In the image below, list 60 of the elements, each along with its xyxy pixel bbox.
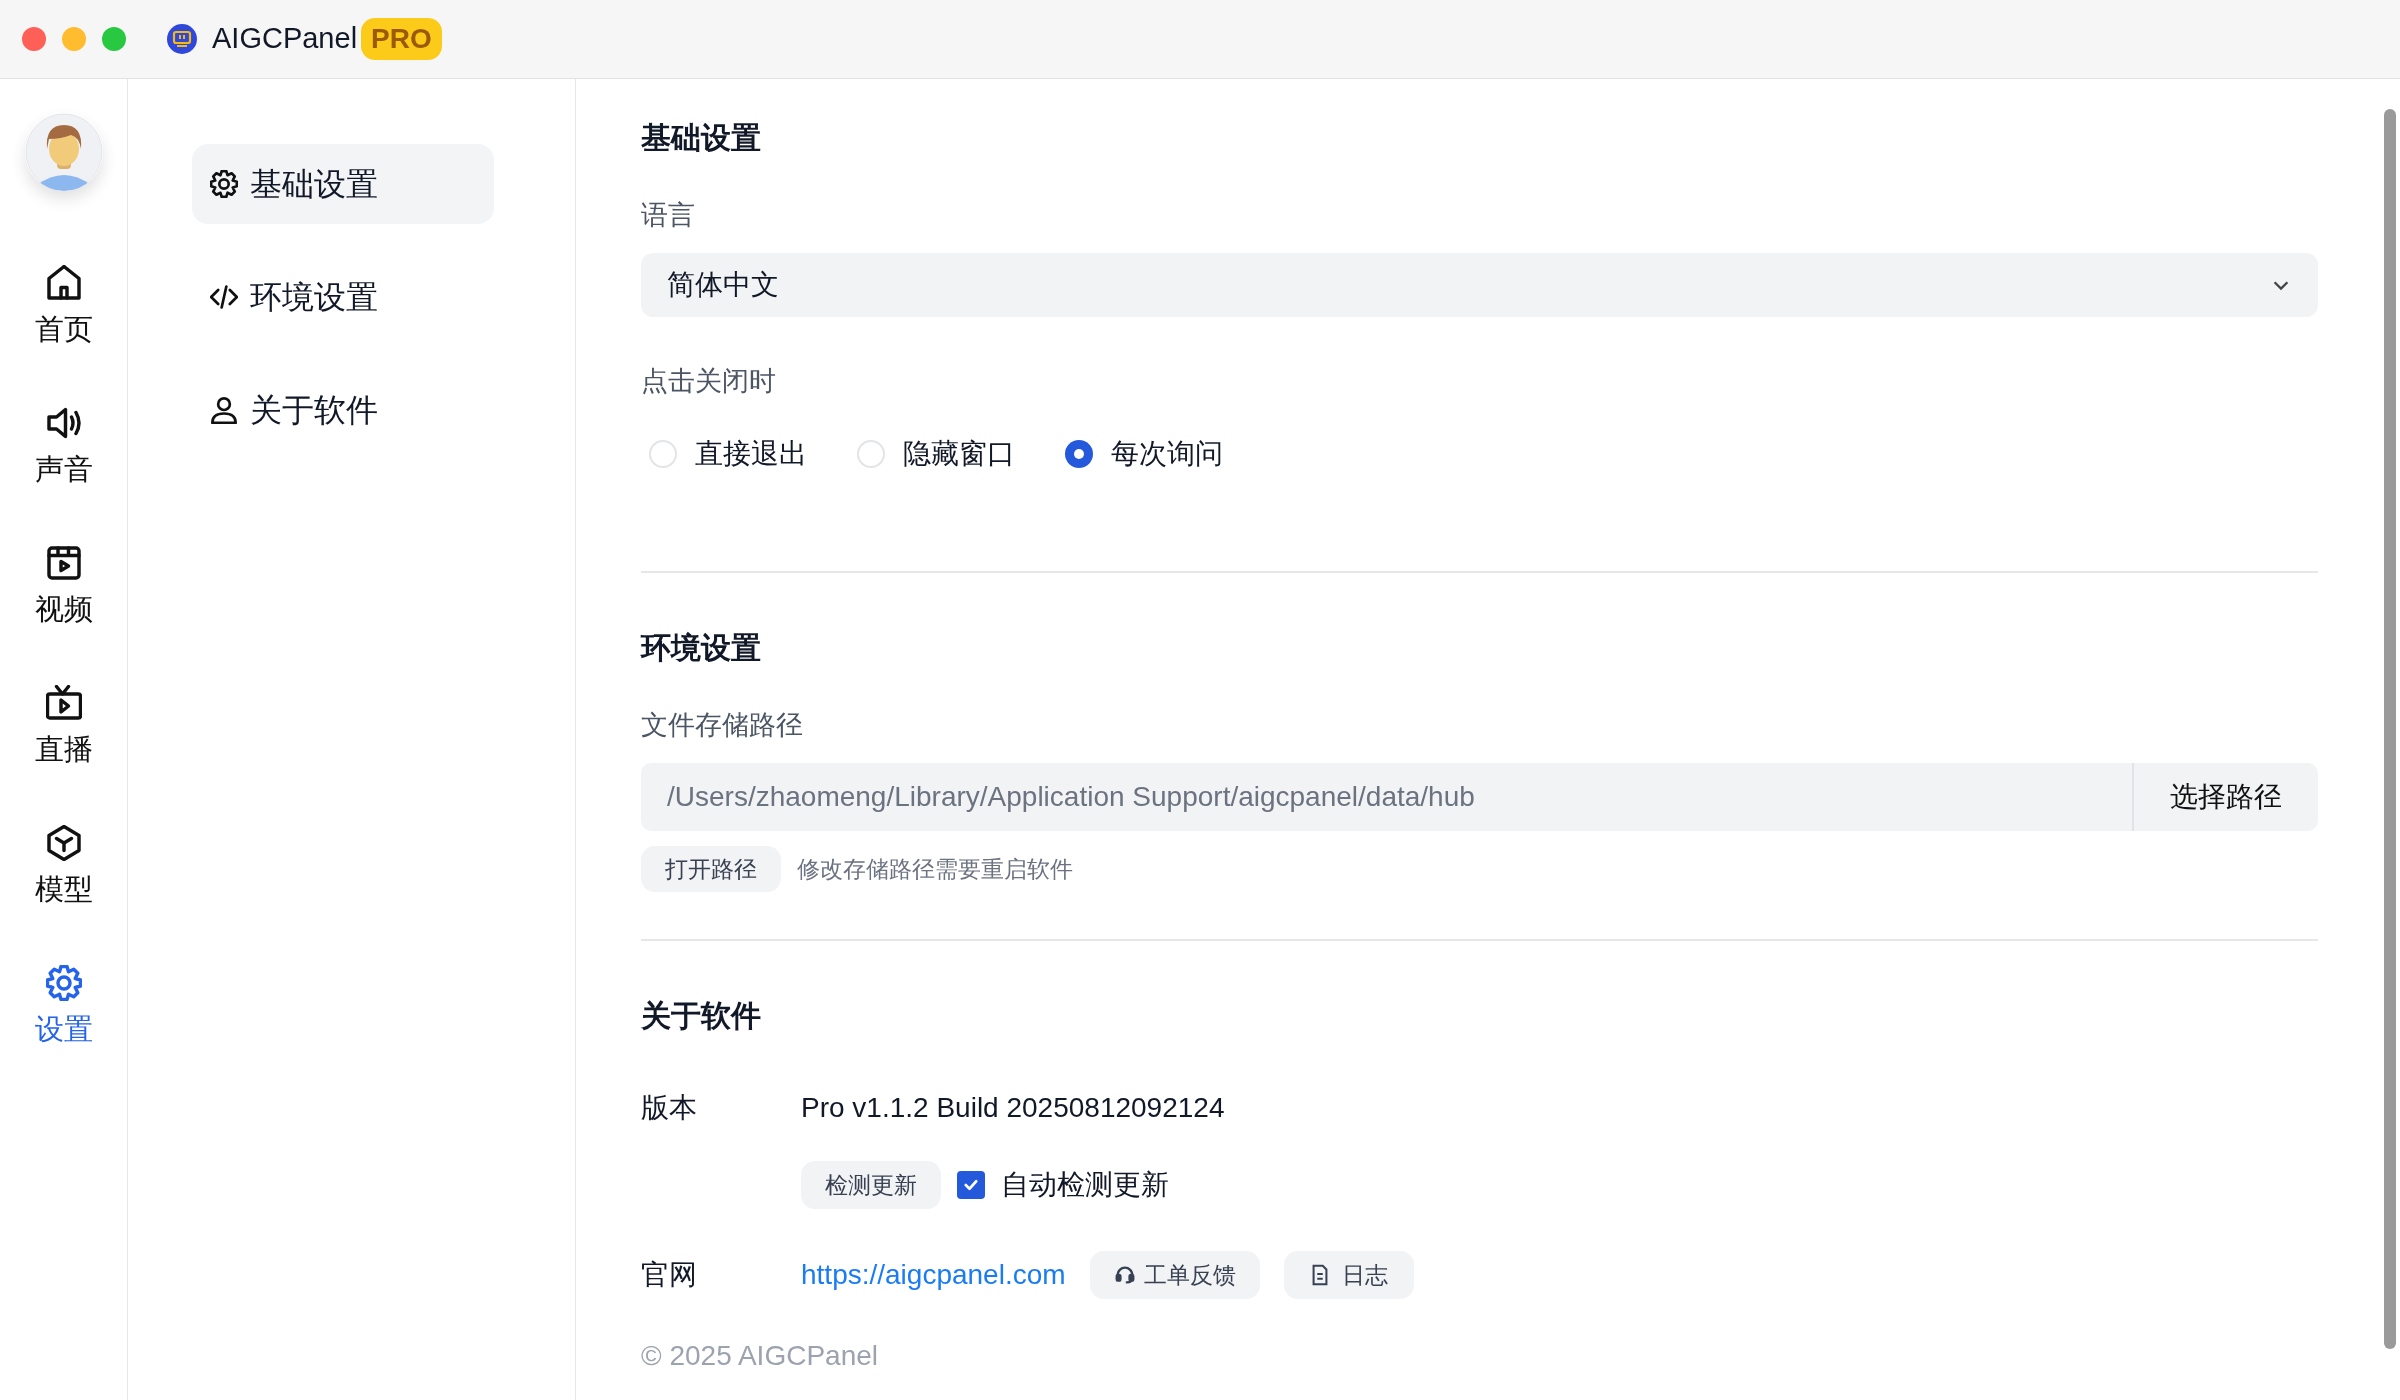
video-icon <box>45 545 82 581</box>
nav-item[interactable]: 设置 <box>34 965 93 1047</box>
app-logo-icon <box>166 23 198 55</box>
radio-button[interactable] <box>857 440 885 468</box>
nav-label: 首页 <box>34 312 93 347</box>
settings-icon <box>45 965 82 1001</box>
nav-item[interactable]: 声音 <box>34 405 93 487</box>
radio-label: 直接退出 <box>695 437 807 471</box>
nav-item[interactable]: 首页 <box>34 265 93 347</box>
log-button[interactable]: 日志 <box>1283 1251 1414 1299</box>
nav-item[interactable]: 直播 <box>34 685 93 767</box>
copyright-text: © 2025 AIGCPanel <box>641 1339 879 1373</box>
path-field[interactable]: /Users/zhaomeng/Library/Application Support/aigcpanel/data/hub <box>641 763 2132 831</box>
field-label: 语言 <box>641 199 696 232</box>
website-link[interactable]: https://aigcpanel.com <box>801 1254 1066 1296</box>
language-dropdown[interactable]: 简体中文 <box>641 253 2318 317</box>
checkbox[interactable] <box>957 1171 985 1199</box>
home-icon <box>45 265 82 301</box>
pro-badge: PRO <box>361 18 442 60</box>
minimize-button[interactable] <box>62 27 86 51</box>
nav-label: 视频 <box>34 592 93 627</box>
settings-tab[interactable]: 基础设置 <box>192 144 494 224</box>
settings-tab[interactable]: 关于软件 <box>192 370 494 450</box>
nav-label: 设置 <box>34 1012 93 1047</box>
radio-label: 隐藏窗口 <box>903 437 1015 471</box>
section-heading: 基础设置 <box>641 120 762 156</box>
field-label: 版本 <box>641 1091 698 1125</box>
scrollbar[interactable] <box>2384 109 2396 1349</box>
open-path-button[interactable]: 打开路径 <box>641 846 781 892</box>
check-update-button[interactable]: 检测更新 <box>801 1161 941 1209</box>
choose-path-button[interactable]: 选择路径 <box>2132 763 2318 831</box>
code-icon <box>210 283 238 311</box>
checkbox-label: 自动检测更新 <box>1001 1168 1169 1202</box>
user-icon <box>210 396 238 424</box>
speaker-icon <box>45 405 82 441</box>
nav-label: 声音 <box>34 452 93 487</box>
nav-item[interactable]: 模型 <box>34 825 93 907</box>
headset-icon <box>1113 1264 1136 1286</box>
version-text: Pro v1.1.2 Build 20250812092124 <box>801 1091 1226 1125</box>
section-heading: 环境设置 <box>641 630 762 666</box>
radio-label: 每次询问 <box>1111 437 1223 471</box>
field-label: 官网 <box>641 1258 698 1292</box>
field-label: 文件存储路径 <box>641 709 804 742</box>
nav-label: 模型 <box>34 872 93 907</box>
settings-tab[interactable]: 环境设置 <box>192 257 494 337</box>
settings-icon <box>210 170 238 198</box>
avatar[interactable] <box>24 113 103 191</box>
maximize-button[interactable] <box>102 27 126 51</box>
radio-button[interactable] <box>649 440 677 468</box>
nav-label: 直播 <box>34 732 93 767</box>
feedback-button[interactable]: 工单反馈 <box>1089 1251 1260 1299</box>
radio-button[interactable] <box>1065 440 1093 468</box>
hint-text: 修改存储路径需要重启软件 <box>797 854 1073 884</box>
nav-item[interactable]: 视频 <box>34 545 93 627</box>
cube-icon <box>45 825 82 861</box>
section-heading: 关于软件 <box>641 998 762 1034</box>
field-label: 点击关闭时 <box>641 365 777 398</box>
tv-icon <box>45 685 82 721</box>
close-button[interactable] <box>22 27 46 51</box>
window-title: AIGCPanel <box>212 21 358 57</box>
